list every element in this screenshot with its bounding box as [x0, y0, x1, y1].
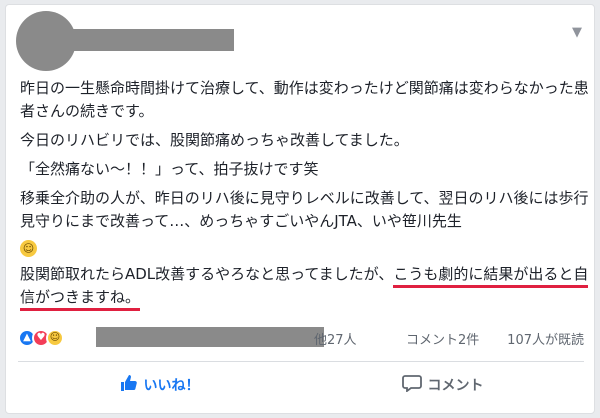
post-paragraph: 昨日の一生懸命時間掛けて治療して、動作は変わったけど関節痛は変わらなかった患者さ… — [20, 79, 589, 120]
post-paragraph-text: 移乗全介助の人が、昨日のリハ後に見守りレベルに改善して、翌日のリハ後には歩行見守… — [20, 189, 589, 230]
like-button[interactable]: いいね！ — [18, 367, 301, 403]
comment-button[interactable]: コメント — [301, 367, 584, 403]
comment-count[interactable]: コメント2件 — [406, 329, 479, 348]
reactions-bar: ▲ ♥ ☺ 他27人 コメント2件 107人が既読 — [18, 325, 584, 351]
thumbs-up-icon — [120, 374, 138, 397]
post-paragraph: 今日のリハビリでは、股関節痛めっちゃ改善してました。 — [20, 131, 409, 149]
speech-bubble-icon — [401, 374, 422, 397]
post-paragraph: 股関節取れたらADL改善するやろなと思ってましたが、こうも劇的に結果が出ると自信… — [20, 263, 590, 311]
redacted-author-name — [54, 29, 234, 51]
chevron-down-icon[interactable]: ▼ — [572, 25, 582, 40]
haha-icon[interactable]: ☺ — [46, 329, 64, 347]
reaction-count[interactable]: 他27人 — [314, 329, 357, 348]
like-label: いいね！ — [143, 378, 200, 394]
comment-label: コメント — [427, 378, 484, 394]
post-paragraph: 「全然痛ない〜！！」って、拍子抜けです笑 — [20, 160, 319, 178]
grinning-emoji-icon: ☺ — [20, 240, 37, 257]
redacted-reactor-names — [96, 327, 324, 347]
seen-count[interactable]: 107人が既読 — [507, 329, 584, 348]
divider — [18, 361, 584, 362]
post-body: 昨日の一生懸命時間掛けて治療して、動作は変わったけど関節痛は変わらなかった患者さ… — [20, 77, 590, 315]
post-card: ▼ 昨日の一生懸命時間掛けて治療して、動作は変わったけど関節痛は変わらなかった患… — [5, 4, 595, 414]
post-paragraph-text: 股関節取れたらADL改善するやろなと思ってましたが、 — [20, 265, 394, 283]
post-paragraph: 移乗全介助の人が、昨日のリハ後に見守りレベルに改善して、翌日のリハ後には歩行見守… — [20, 187, 590, 257]
